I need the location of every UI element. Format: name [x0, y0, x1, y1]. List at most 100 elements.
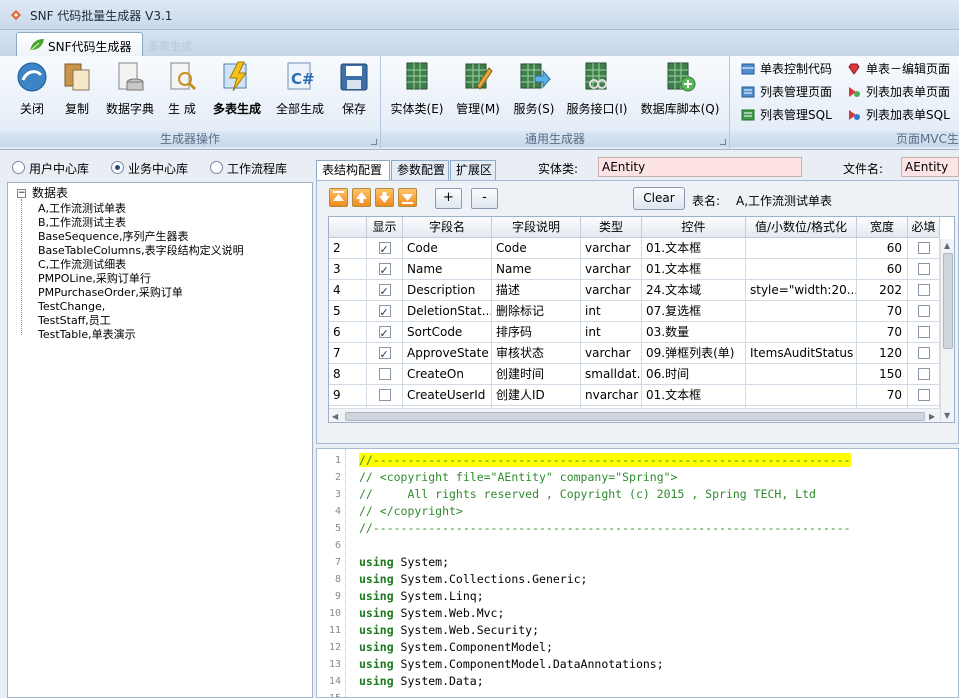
- col-header-show[interactable]: 显示: [367, 217, 403, 238]
- cell-control[interactable]: 01.文本框: [642, 238, 746, 259]
- cell-type[interactable]: varchar: [581, 343, 642, 364]
- table-row[interactable]: 8 CreateOn 创建时间 smalldat... 06.时间 150: [329, 364, 954, 385]
- cell-type[interactable]: varchar: [581, 259, 642, 280]
- cell-field[interactable]: Code: [403, 238, 492, 259]
- service-interface-button[interactable]: 服务接口(I): [564, 60, 630, 117]
- tree-item[interactable]: PMPurchaseOrder,采购订单: [38, 286, 183, 300]
- cell-show[interactable]: [367, 364, 403, 385]
- cell-control[interactable]: 24.文本域: [642, 280, 746, 301]
- cell-format[interactable]: [746, 385, 857, 406]
- list-form-page-button[interactable]: 列表加表单页面: [846, 82, 950, 102]
- cell-required[interactable]: [908, 301, 940, 322]
- cell-format[interactable]: [746, 259, 857, 280]
- cell-width[interactable]: 150: [857, 364, 908, 385]
- cell-control[interactable]: 01.文本框: [642, 259, 746, 280]
- tree-root[interactable]: 数据表: [32, 186, 68, 200]
- cell-field[interactable]: Description: [403, 280, 492, 301]
- move-up-button[interactable]: [352, 188, 371, 207]
- list-manage-page-button[interactable]: 列表管理页面: [740, 82, 832, 102]
- col-header-desc[interactable]: 字段说明: [492, 217, 581, 238]
- move-top-button[interactable]: [329, 188, 348, 207]
- cell-format[interactable]: [746, 364, 857, 385]
- group-launcher-icon[interactable]: [371, 139, 377, 145]
- cell-format[interactable]: [746, 322, 857, 343]
- manage-button[interactable]: 管理(M): [453, 60, 503, 117]
- cell-control[interactable]: 01.文本框: [642, 385, 746, 406]
- entity-class-input[interactable]: AEntity: [598, 157, 802, 177]
- move-down-button[interactable]: [375, 188, 394, 207]
- table-row[interactable]: 5 DeletionStat...删除标记int07.复选框 70: [329, 301, 954, 322]
- cell-field[interactable]: CreateOn: [403, 364, 492, 385]
- checkbox-checked[interactable]: [378, 282, 391, 300]
- cell-format[interactable]: [746, 238, 857, 259]
- generate-button[interactable]: 生 成: [164, 60, 200, 117]
- col-header-field[interactable]: 字段名: [403, 217, 492, 238]
- table-row[interactable]: 7 ApproveState审核状态varchar09.弹框列表(单)ItemsA…: [329, 343, 954, 364]
- tree-item[interactable]: TestChange,: [38, 300, 105, 314]
- scroll-thumb[interactable]: [345, 412, 925, 421]
- table-row[interactable]: 3NameNamevarchar01.文本框60: [329, 259, 954, 280]
- checkbox[interactable]: [917, 388, 930, 401]
- cell-width[interactable]: 202: [857, 280, 908, 301]
- tree-item[interactable]: B,工作流测试主表: [38, 216, 126, 230]
- code-editor[interactable]: 123456789101112131415 //----------------…: [316, 448, 959, 698]
- cell-show[interactable]: [367, 238, 403, 259]
- tab-table-structure[interactable]: 表结构配置: [316, 160, 390, 181]
- database-script-button[interactable]: 数据库脚本(Q): [638, 60, 722, 117]
- scroll-left-icon[interactable]: ◀: [332, 412, 338, 421]
- cell-control[interactable]: 03.数量: [642, 322, 746, 343]
- checkbox[interactable]: [917, 283, 930, 296]
- table-row[interactable]: 4 Description描述varchar24.文本域style="width:…: [329, 280, 954, 301]
- save-button[interactable]: 保存: [336, 60, 372, 117]
- file-name-input[interactable]: AEntity: [901, 157, 959, 177]
- radio-workflow[interactable]: 工作流程库: [210, 160, 287, 177]
- cell-width[interactable]: 70: [857, 322, 908, 343]
- cell-width[interactable]: 70: [857, 301, 908, 322]
- cell-required[interactable]: [908, 238, 940, 259]
- cell-type[interactable]: nvarchar: [581, 385, 642, 406]
- cell-required[interactable]: [908, 343, 940, 364]
- cell-field[interactable]: Name: [403, 259, 492, 280]
- cell-type[interactable]: varchar: [581, 280, 642, 301]
- checkbox[interactable]: [917, 262, 930, 275]
- col-header-width[interactable]: 宽度: [857, 217, 908, 238]
- radio-business-center[interactable]: 业务中心库: [111, 160, 188, 177]
- cell-field[interactable]: ApproveState: [403, 343, 492, 364]
- checkbox[interactable]: [378, 367, 391, 380]
- scroll-thumb[interactable]: [943, 253, 953, 349]
- checkbox[interactable]: [917, 367, 930, 380]
- cell-show[interactable]: [367, 322, 403, 343]
- col-header-control[interactable]: 控件: [642, 217, 746, 238]
- checkbox[interactable]: [378, 388, 391, 401]
- table-row[interactable]: 9 CreateUserId 创建人ID nvarchar 01.文本框 70: [329, 385, 954, 406]
- multi-table-generate-button[interactable]: 多表生成: [208, 60, 266, 117]
- tab-parameters[interactable]: 参数配置: [391, 160, 449, 180]
- cell-width[interactable]: 60: [857, 238, 908, 259]
- cell-desc[interactable]: Code: [492, 238, 581, 259]
- clear-button[interactable]: Clear: [633, 187, 685, 210]
- cell-desc[interactable]: 描述: [492, 280, 581, 301]
- cell-field[interactable]: SortCode: [403, 322, 492, 343]
- cell-show[interactable]: [367, 259, 403, 280]
- cell-width[interactable]: 70: [857, 385, 908, 406]
- cell-required[interactable]: [908, 322, 940, 343]
- service-button[interactable]: 服务(S): [510, 60, 558, 117]
- tree-item[interactable]: TestTable,单表演示: [38, 328, 136, 342]
- checkbox-checked[interactable]: [378, 261, 391, 279]
- close-button[interactable]: 关闭: [14, 60, 50, 117]
- cell-required[interactable]: [908, 385, 940, 406]
- grid-horizontal-scrollbar[interactable]: ◀ ▶: [329, 408, 940, 422]
- checkbox[interactable]: [917, 241, 930, 254]
- cell-show[interactable]: [367, 385, 403, 406]
- checkbox[interactable]: [917, 325, 930, 338]
- scroll-right-icon[interactable]: ▶: [929, 412, 935, 421]
- checkbox[interactable]: [917, 346, 930, 359]
- tree-item[interactable]: BaseTableColumns,表字段结构定义说明: [38, 244, 244, 258]
- data-dictionary-button[interactable]: 数据字典: [104, 60, 156, 117]
- cell-field[interactable]: DeletionStat...: [403, 301, 492, 322]
- cell-required[interactable]: [908, 364, 940, 385]
- cell-control[interactable]: 09.弹框列表(单): [642, 343, 746, 364]
- entity-class-button[interactable]: 实体类(E): [388, 60, 446, 117]
- collapse-icon[interactable]: −: [17, 189, 26, 198]
- cell-width[interactable]: 60: [857, 259, 908, 280]
